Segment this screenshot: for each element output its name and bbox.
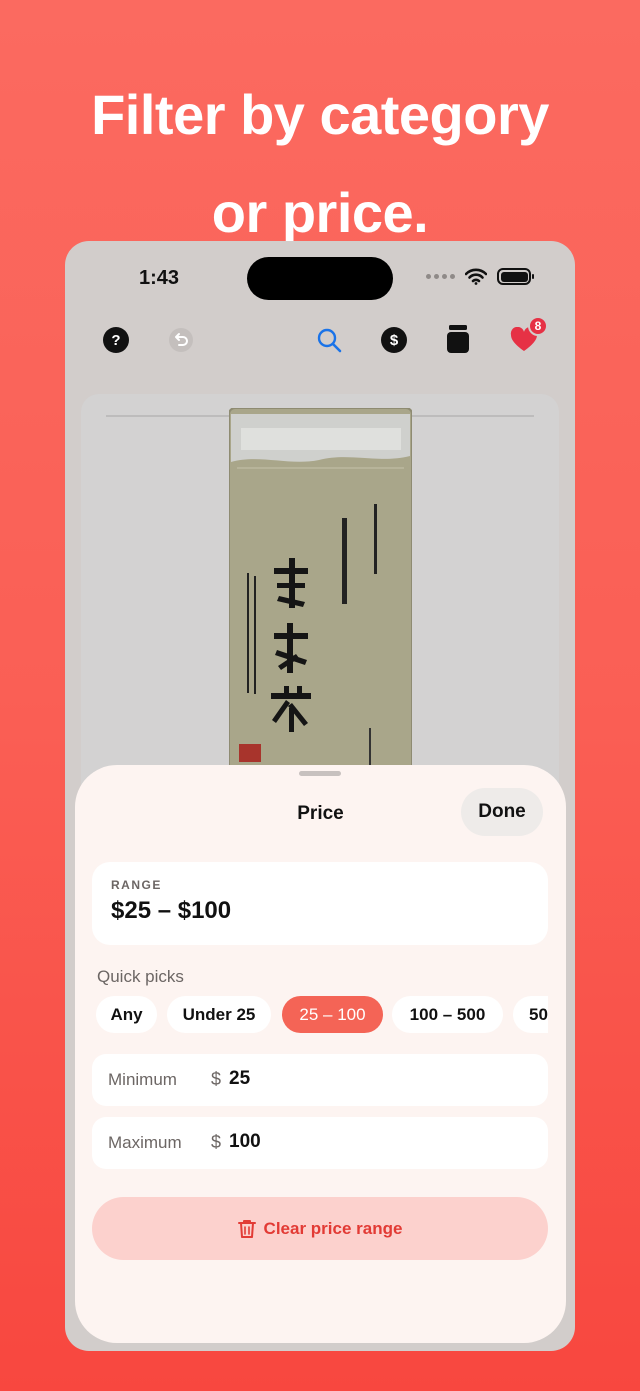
- help-icon[interactable]: ?: [103, 327, 129, 353]
- price-filter-sheet: Price Done RANGE $25 – $100 Quick picks …: [75, 765, 566, 1343]
- jar-icon[interactable]: [446, 324, 470, 354]
- minimum-currency: $: [211, 1069, 222, 1089]
- done-button[interactable]: Done: [461, 788, 543, 836]
- quick-pick-any[interactable]: Any: [96, 996, 157, 1033]
- cellular-signal-icon: [426, 274, 455, 279]
- quick-pick-100-500[interactable]: 100 – 500: [392, 996, 503, 1033]
- headline-line-1: Filter by category: [91, 83, 549, 146]
- clear-price-range-label: Clear price range: [263, 1218, 403, 1238]
- maximum-currency: $: [211, 1132, 222, 1152]
- status-time: 1:43: [139, 267, 180, 289]
- product-card[interactable]: [81, 394, 559, 814]
- quick-picks-label: Quick picks: [97, 967, 184, 986]
- battery-icon: [497, 268, 534, 285]
- maximum-label: Maximum: [108, 1133, 182, 1152]
- quick-pick-under-25[interactable]: Under 25: [167, 996, 271, 1033]
- price-filter-icon[interactable]: $: [381, 327, 407, 353]
- undo-icon[interactable]: [168, 327, 194, 353]
- clear-price-range-button[interactable]: Clear price range: [92, 1197, 548, 1260]
- range-summary-card: RANGE $25 – $100: [92, 862, 548, 945]
- maximum-input[interactable]: 100: [229, 1131, 261, 1153]
- dynamic-island: [247, 257, 393, 300]
- favorites-count-badge: 8: [528, 316, 548, 336]
- product-image: [229, 408, 412, 808]
- quick-pick-500-plus[interactable]: 50: [513, 996, 548, 1033]
- minimum-input[interactable]: 25: [229, 1068, 250, 1090]
- minimum-field[interactable]: Minimum $ 25: [92, 1054, 548, 1106]
- maximum-field[interactable]: Maximum $ 100: [92, 1117, 548, 1169]
- quick-picks-row[interactable]: Any Under 25 25 – 100 100 – 500 50: [96, 996, 548, 1034]
- trash-icon: [237, 1219, 256, 1238]
- minimum-label: Minimum: [108, 1070, 177, 1089]
- headline: Filter by category or price.: [0, 66, 640, 262]
- range-label: RANGE: [111, 878, 162, 892]
- quick-pick-25-100[interactable]: 25 – 100: [282, 996, 383, 1033]
- range-value: $25 – $100: [111, 897, 232, 924]
- search-icon[interactable]: [316, 327, 342, 353]
- sheet-grabber[interactable]: [299, 771, 341, 776]
- status-icons: [426, 268, 534, 285]
- wifi-icon: [465, 268, 487, 285]
